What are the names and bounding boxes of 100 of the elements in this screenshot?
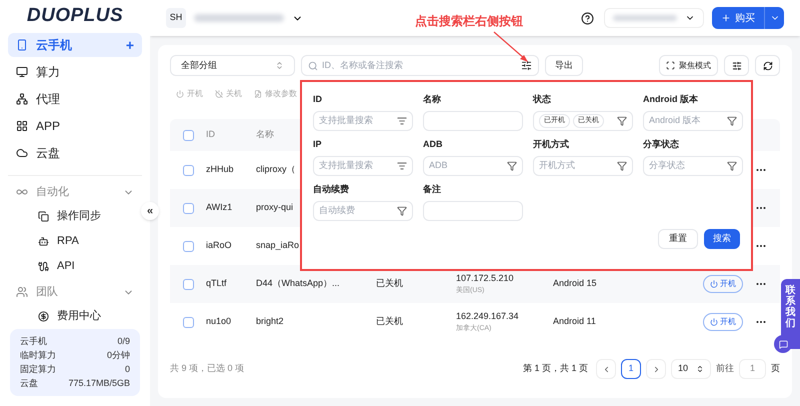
power-icon <box>176 90 184 98</box>
table-cell-text: zHHub <box>206 163 235 176</box>
checkbox[interactable] <box>182 164 194 176</box>
edit-icon <box>254 90 262 98</box>
add-icon[interactable]: + <box>126 34 134 56</box>
checkbox[interactable] <box>182 130 194 140</box>
column-header: 名称 <box>256 128 275 142</box>
input-field[interactable]: 支持批量搜索 <box>313 111 413 131</box>
network-icon <box>16 93 28 105</box>
updown-icon <box>275 61 284 70</box>
field-label: Android 版本 <box>643 93 699 106</box>
cloud-icon <box>16 147 28 159</box>
usage-label: 云盘 <box>20 377 38 390</box>
help-icon[interactable] <box>581 12 594 24</box>
sidebar-item[interactable]: 费用中心 <box>8 304 142 329</box>
scan-icon <box>666 61 675 70</box>
table-cell: Android 11 <box>553 316 596 326</box>
sliders-icon[interactable] <box>521 60 532 71</box>
collapse-button[interactable]: « <box>141 202 159 220</box>
contact-tab[interactable]: 联系我们 <box>781 279 800 349</box>
field-label: 自动续费 <box>313 183 350 196</box>
table-cell: 已关机 <box>376 278 403 288</box>
filter-icon <box>617 116 627 126</box>
usage-value: 0/9 <box>117 335 130 348</box>
filter-icon <box>507 161 517 171</box>
refresh-icon <box>762 60 772 70</box>
sidebar-item[interactable]: 云手机 + <box>8 33 142 57</box>
field-label: 名称 <box>423 93 442 106</box>
focus-mode-button[interactable]: 聚焦模式 <box>659 55 718 76</box>
sidebar-group[interactable]: 团队 <box>8 280 142 304</box>
table-cell: cliproxy（ <box>256 164 296 174</box>
search-button[interactable]: 搜索 <box>704 229 740 249</box>
select-field[interactable]: 自动续费 <box>313 201 413 221</box>
table-cell-text: iaRoO <box>206 239 233 252</box>
field-label: ID <box>313 93 323 106</box>
export-button[interactable]: 导出 <box>545 55 583 76</box>
usage-label: 固定算力 <box>20 363 56 376</box>
plus-icon <box>721 13 731 23</box>
checkbox[interactable] <box>182 240 194 252</box>
page-size-select[interactable]: 10 <box>671 359 711 379</box>
column-header: ID <box>206 128 216 142</box>
sidebar-item[interactable]: APP <box>8 114 142 138</box>
monitor-icon <box>16 66 28 78</box>
power-on-button[interactable]: 开机 <box>703 275 743 293</box>
checkbox[interactable] <box>182 202 194 214</box>
sidebar-item[interactable]: 操作同步 <box>8 204 142 229</box>
sidebar-item[interactable]: 云盘 <box>8 141 142 165</box>
list-search-icon <box>397 161 407 171</box>
table-cell: snap_iaRo <box>256 240 300 250</box>
users-icon <box>16 286 28 298</box>
phone-icon <box>16 39 28 51</box>
field-label: 备注 <box>423 183 442 196</box>
checkbox[interactable] <box>182 316 194 328</box>
sidebar-item[interactable]: RPA <box>8 229 142 254</box>
power-on-button[interactable]: 开机 <box>703 313 743 331</box>
list-search-icon <box>397 116 407 126</box>
usage-value: 775.17MB/5GB <box>68 377 130 390</box>
select-field[interactable]: 分享状态 <box>643 156 743 176</box>
goto-label: 前往 <box>716 362 734 376</box>
power-icon <box>710 318 718 326</box>
filter-icon <box>727 161 737 171</box>
grid-icon <box>16 120 28 132</box>
sliders-icon <box>732 60 742 70</box>
buy-button[interactable]: 购买 <box>712 7 784 29</box>
input-field[interactable]: 支持批量搜索 <box>313 156 413 176</box>
sidebar-item[interactable]: 代理 <box>8 87 142 111</box>
select-field[interactable]: Android 版本 <box>643 111 743 131</box>
table-cell-text: AWIz1 <box>206 201 234 214</box>
plug-icon <box>38 261 49 272</box>
usage-label: 临时算力 <box>20 349 56 362</box>
power-icon <box>710 280 718 288</box>
input-field[interactable] <box>423 111 523 131</box>
search-field[interactable]: ID、名称或备注搜索 <box>301 55 539 76</box>
goto-page-field[interactable]: 1 <box>739 359 766 379</box>
coin-icon <box>38 311 49 322</box>
field-label: IP <box>313 138 323 151</box>
field-label: 开机方式 <box>533 138 570 151</box>
sidebar-group[interactable]: 自动化 <box>8 180 142 204</box>
table-cell: 已关机 <box>376 316 403 326</box>
page-button[interactable]: 1 <box>621 359 641 379</box>
annotation-text: 点击搜索栏右侧按钮 <box>415 13 523 30</box>
ip-address: 162.249.167.34 <box>456 310 520 323</box>
select-field[interactable]: 开机方式 <box>533 156 633 176</box>
reset-button[interactable]: 重置 <box>658 229 698 249</box>
table-cell-text: qTLtf <box>206 277 228 290</box>
checkbox[interactable] <box>182 278 194 290</box>
sidebar-item[interactable]: 算力 <box>8 60 142 84</box>
ip-address: 107.172.5.210 <box>456 272 515 285</box>
search-icon <box>308 60 318 70</box>
updown-icon <box>696 365 704 373</box>
settings-button[interactable] <box>724 55 749 76</box>
table-cell: Android 15 <box>553 278 597 288</box>
input-field[interactable] <box>423 201 523 221</box>
group-select[interactable]: 全部分组 <box>170 55 295 76</box>
field-label: ADB <box>423 138 444 151</box>
refresh-button[interactable] <box>755 55 780 76</box>
table-cell: D44（WhatsApp）... <box>256 278 340 288</box>
page-info: 第 1 页，共 1 页 <box>522 362 588 376</box>
annotation-arrow <box>492 30 530 64</box>
sidebar-item[interactable]: API <box>8 254 142 279</box>
